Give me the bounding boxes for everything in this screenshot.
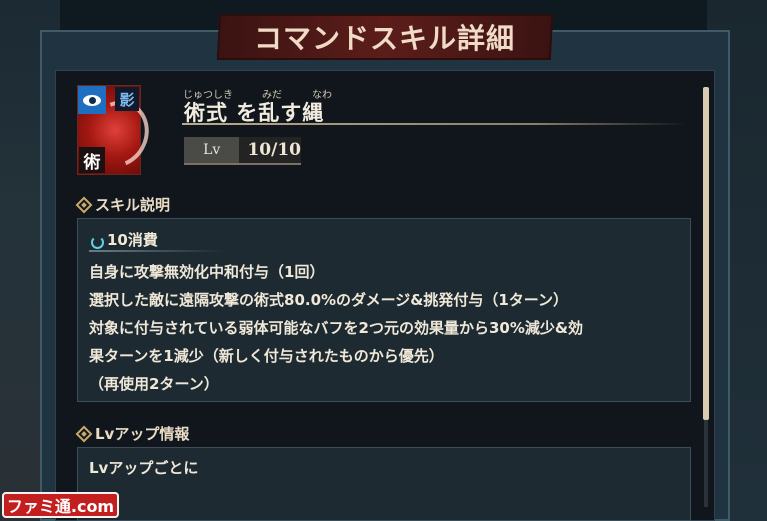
jutsu-tag: 術 [79,147,105,173]
cursed-energy-icon [90,233,104,249]
section-title: スキル説明 [95,196,171,214]
diamond-icon [75,425,93,442]
description-line: 選択した敵に遠隔攻撃の術式80.0%のダメージ&挑発付与（1ターン） [89,291,569,309]
dialog-title-banner: コマンドスキル詳細 [216,14,554,60]
description-line: 対象に付与されている弱体可能なバフを2つ元の効果量から30%減少&効 [89,319,583,337]
cost-text: 10消費 [107,231,158,249]
section-title: Lvアップ情報 [95,425,190,443]
eye-icon [78,86,106,114]
section-skill-description: スキル説明 [75,194,171,215]
skill-icon: 影 術 [76,85,160,178]
cost-row: 10消費 [90,229,158,250]
description-line: 果ターンを1減少（新しく付与されたものから優先） [89,347,444,365]
level-indicator: Lv 10/10 [184,137,301,165]
cost-underline [89,250,224,252]
section-lvup-info: Lvアップ情報 [75,423,190,444]
level-label: Lv [184,137,240,163]
description-line: 自身に攻撃無効化中和付与（1回） [89,263,325,281]
lvup-text: Lvアップごとに [89,459,199,477]
name-underline [182,123,687,125]
description-line: （再使用2ターン） [89,375,219,393]
dialog-title: コマンドスキル詳細 [254,22,516,55]
watermark-logo: ファミ通.com [2,492,119,518]
diamond-icon [75,196,93,213]
scrollbar-thumb[interactable] [703,87,709,420]
shadow-tag: 影 [115,87,139,111]
level-value: 10/10 [239,137,301,163]
